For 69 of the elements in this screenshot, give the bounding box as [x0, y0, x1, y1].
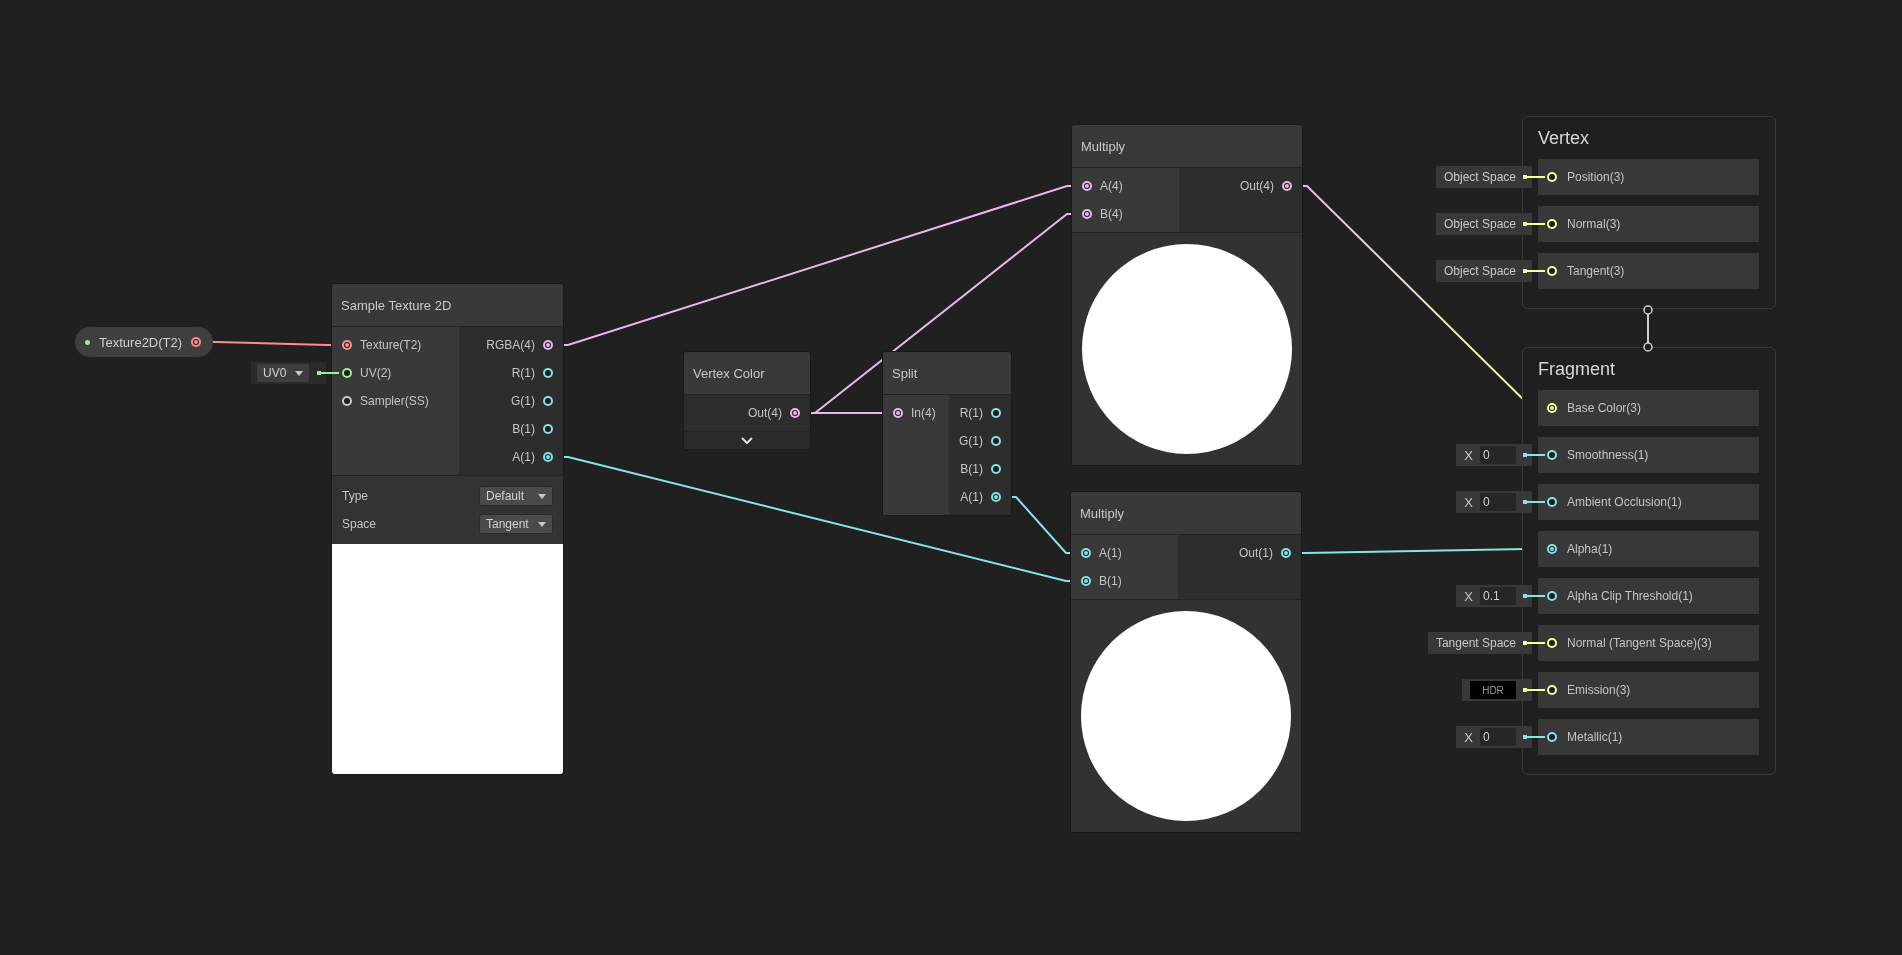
port-label: A(4): [1100, 179, 1123, 193]
port-label: R(1): [511, 366, 535, 380]
node-title: Vertex Color: [684, 352, 810, 394]
port-label: Smoothness(1): [1567, 448, 1649, 462]
port-label: A(1): [960, 490, 983, 504]
block-row[interactable]: Metallic(1): [1538, 719, 1759, 755]
port-label: Emission(3): [1567, 683, 1631, 697]
setting-label: Type: [342, 489, 368, 503]
port-label: R(1): [959, 406, 983, 420]
value-field[interactable]: 0: [1480, 493, 1516, 511]
color-swatch[interactable]: HDR: [1470, 681, 1516, 699]
property-label: Texture2D(T2): [99, 334, 183, 350]
space-label: Object Space: [1443, 264, 1516, 278]
context-title: Vertex: [1538, 126, 1591, 150]
block-row[interactable]: Base Color(3): [1538, 390, 1759, 426]
port-label: B(1): [1099, 574, 1122, 588]
axis-label: X: [1464, 729, 1473, 745]
block-row[interactable]: Position(3): [1538, 159, 1759, 195]
port-label: Sampler(SS): [360, 394, 429, 408]
block-row[interactable]: Ambient Occlusion(1): [1538, 484, 1759, 520]
port-label: B(1): [960, 462, 983, 476]
port-label: Alpha(1): [1567, 542, 1613, 556]
block-row[interactable]: Smoothness(1): [1538, 437, 1759, 473]
space-label: Object Space: [1443, 170, 1516, 184]
axis-label: X: [1464, 588, 1473, 604]
port-label: RGBA(4): [486, 338, 535, 352]
port-label: A(1): [512, 450, 535, 464]
axis-label: X: [1464, 494, 1473, 510]
block-row[interactable]: Normal(3): [1538, 206, 1759, 242]
port-label: Normal (Tangent Space)(3): [1567, 636, 1712, 650]
port-label: Position(3): [1567, 170, 1625, 184]
node-title: Sample Texture 2D: [332, 284, 563, 326]
dropdown[interactable]: UV0: [256, 363, 310, 383]
block-row[interactable]: Tangent(3): [1538, 253, 1759, 289]
block-row[interactable]: Alpha(1): [1538, 531, 1759, 567]
dropdown[interactable]: Default: [479, 486, 553, 506]
value-field[interactable]: 0: [1480, 446, 1516, 464]
port-label: Out(4): [1240, 179, 1274, 193]
port-label: In(4): [911, 406, 936, 420]
port-label: Alpha Clip Threshold(1): [1567, 589, 1693, 603]
port-label: G(1): [959, 434, 983, 448]
port-label: Out(1): [1239, 546, 1273, 560]
dropdown[interactable]: Tangent: [479, 514, 553, 534]
value-field[interactable]: 0.1: [1480, 587, 1516, 605]
port-label: UV(2): [360, 366, 392, 380]
property-node[interactable]: Texture2D(T2): [75, 327, 214, 357]
setting-label: Space: [342, 517, 377, 531]
port-label: Ambient Occlusion(1): [1567, 495, 1682, 509]
port-label: Tangent(3): [1567, 264, 1625, 278]
context-title: Fragment: [1538, 357, 1617, 381]
node-title: Multiply: [1071, 492, 1301, 534]
port-label: Normal(3): [1567, 217, 1621, 231]
port-label: Metallic(1): [1567, 730, 1623, 744]
block-row[interactable]: Alpha Clip Threshold(1): [1538, 578, 1759, 614]
space-label: Tangent Space: [1435, 636, 1516, 650]
port-label: G(1): [511, 394, 535, 408]
port-label: Base Color(3): [1567, 401, 1642, 415]
block-row[interactable]: Emission(3): [1538, 672, 1759, 708]
port-label: B(4): [1100, 207, 1123, 221]
space-label: Object Space: [1443, 217, 1516, 231]
port-label: A(1): [1099, 546, 1122, 560]
block-row[interactable]: Normal (Tangent Space)(3): [1538, 625, 1759, 661]
node-title: Split: [883, 352, 1011, 394]
port-label: B(1): [512, 422, 535, 436]
value-field[interactable]: 0: [1480, 728, 1516, 746]
port-label: Out(4): [748, 406, 782, 420]
axis-label: X: [1464, 447, 1473, 463]
port-label: Texture(T2): [360, 338, 422, 352]
node-title: Multiply: [1072, 125, 1302, 167]
